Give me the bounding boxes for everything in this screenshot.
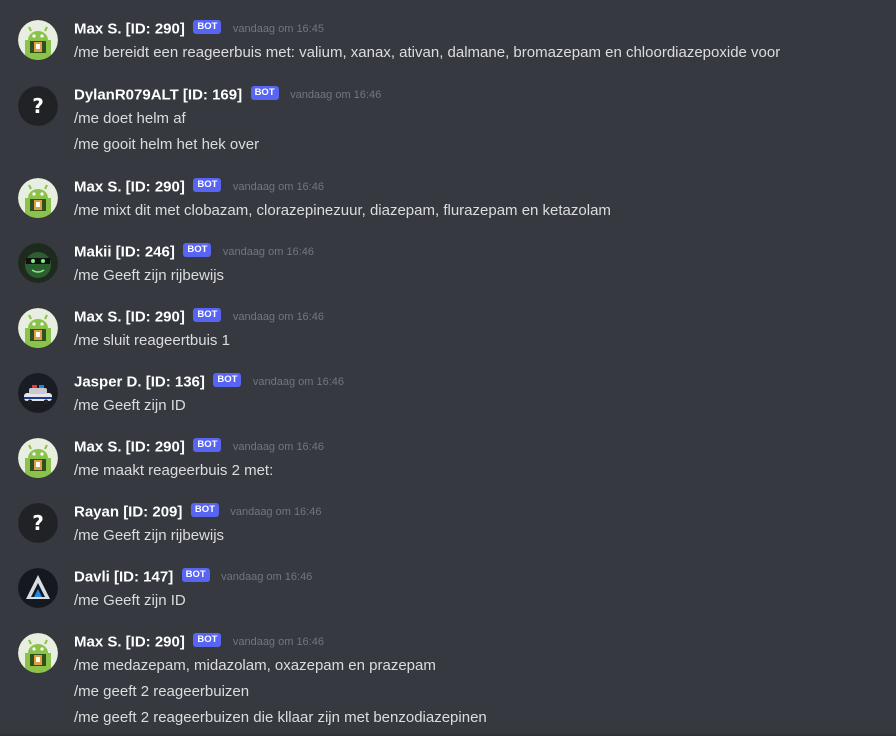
bot-badge: BOT	[193, 632, 222, 647]
question-mark-avatar-icon[interactable]: ?	[18, 86, 58, 126]
bot-badge: BOT	[193, 307, 222, 322]
android-avatar-icon[interactable]	[18, 178, 58, 218]
timestamp: vandaag om 16:46	[232, 440, 324, 453]
bot-badge: BOT	[250, 85, 279, 100]
bot-badge: BOT	[181, 567, 210, 582]
message-text: /me Geeft zijn rijbewijs	[74, 527, 225, 544]
timestamp: vandaag om 16:46	[232, 310, 324, 323]
timestamp: vandaag om 16:46	[230, 505, 322, 518]
timestamp: vandaag om 16:46	[232, 180, 324, 193]
android-avatar-icon[interactable]	[18, 308, 58, 348]
username[interactable]: Makii [ID: 246]	[74, 243, 175, 260]
message-text: /me geeft 2 reageerbuizen die kllaar zij…	[74, 709, 487, 726]
timestamp: vandaag om 16:46	[221, 570, 313, 583]
timestamp: vandaag om 16:46	[290, 88, 382, 101]
android-avatar-icon[interactable]	[18, 633, 58, 673]
message-text: /me medazepam, midazolam, oxazepam en pr…	[74, 657, 436, 674]
bot-badge: BOT	[193, 177, 222, 192]
svg-text:?: ?	[32, 94, 44, 118]
message-text: /me Geeft zijn ID	[74, 592, 186, 609]
username[interactable]: Max S. [ID: 290]	[74, 20, 185, 37]
message-text: /me Geeft zijn rijbewijs	[74, 267, 225, 284]
message-text: /me doet helm af	[74, 110, 186, 127]
android-avatar-icon[interactable]	[18, 438, 58, 478]
username[interactable]: Rayan [ID: 209]	[74, 503, 182, 520]
triangle-logo-avatar-icon[interactable]	[18, 568, 58, 608]
bot-badge: BOT	[193, 19, 222, 34]
timestamp: vandaag om 16:46	[232, 635, 324, 648]
message-text: /me mixt dit met clobazam, clorazepinezu…	[74, 202, 611, 219]
bot-badge: BOT	[193, 437, 222, 452]
android-avatar-icon[interactable]	[18, 20, 58, 60]
username[interactable]: Max S. [ID: 290]	[74, 438, 185, 455]
bot-badge: BOT	[190, 502, 219, 517]
green-mask-avatar-icon[interactable]	[18, 243, 58, 283]
message-text: /me maakt reageerbuis 2 met:	[74, 462, 274, 479]
message-text: /me bereidt een reageerbuis met: valium,…	[74, 44, 781, 61]
question-mark-avatar-icon[interactable]: ?	[18, 503, 58, 543]
username[interactable]: DylanR079ALT [ID: 169]	[74, 86, 242, 103]
timestamp: vandaag om 16:46	[252, 375, 344, 388]
timestamp: vandaag om 16:45	[232, 22, 324, 35]
username[interactable]: Jasper D. [ID: 136]	[74, 373, 205, 390]
bot-badge: BOT	[213, 372, 242, 387]
message-text: /me geeft 2 reageerbuizen	[74, 683, 250, 700]
username[interactable]: Max S. [ID: 290]	[74, 178, 185, 195]
police-car-avatar-icon[interactable]	[18, 373, 58, 413]
message-text: /me gooit helm het hek over	[74, 136, 260, 153]
username[interactable]: Max S. [ID: 290]	[74, 633, 185, 650]
bot-badge: BOT	[183, 242, 212, 257]
message-text: /me sluit reageertbuis 1	[74, 332, 230, 349]
svg-text:?: ?	[32, 511, 44, 535]
timestamp: vandaag om 16:46	[222, 245, 314, 258]
message-text: /me Geeft zijn ID	[74, 397, 186, 414]
username[interactable]: Davli [ID: 147]	[74, 568, 173, 585]
username[interactable]: Max S. [ID: 290]	[74, 308, 185, 325]
